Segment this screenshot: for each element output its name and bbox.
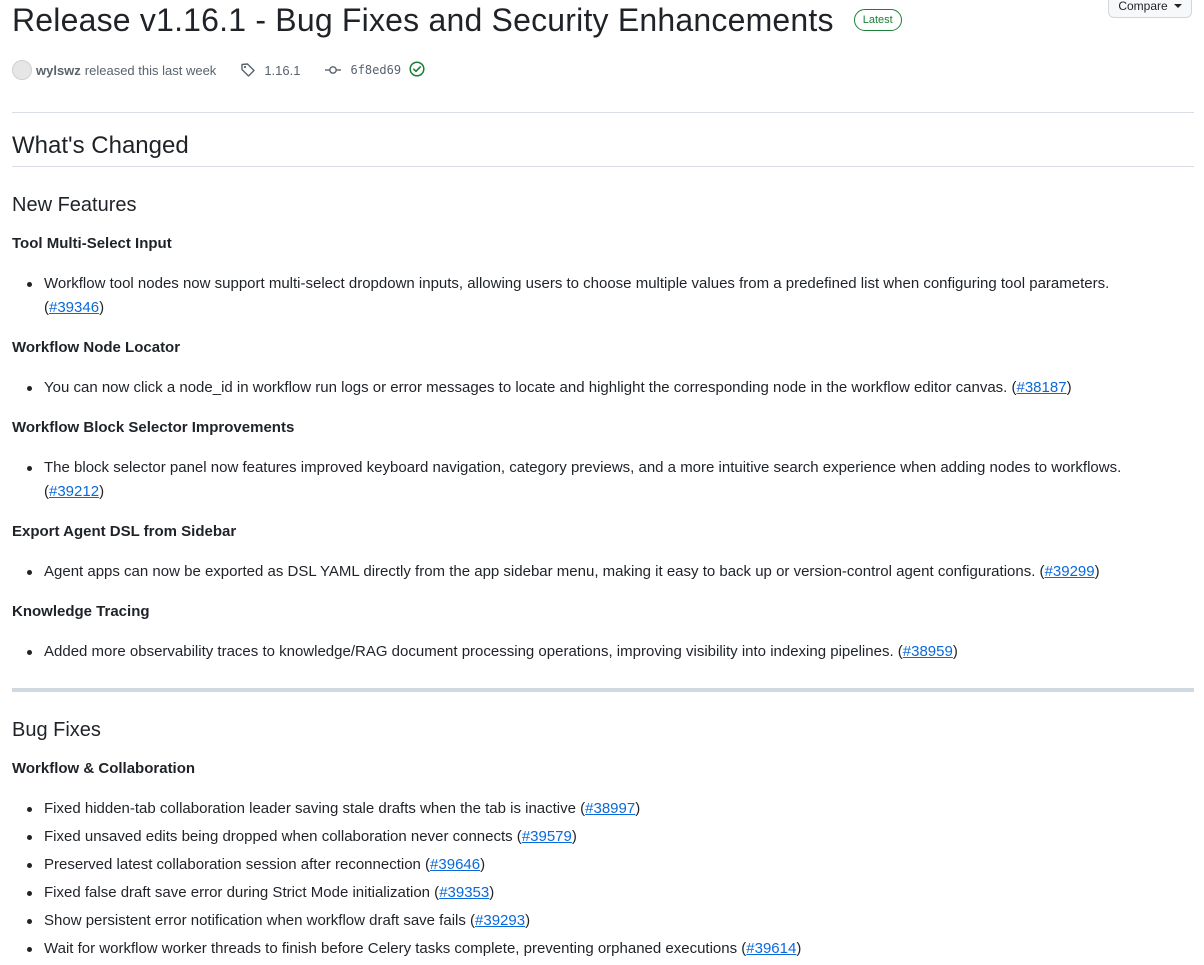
pr-link[interactable]: #39646	[430, 856, 480, 873]
tag-link[interactable]: 1.16.1	[264, 63, 300, 78]
compare-button[interactable]: Compare	[1108, 0, 1192, 18]
pr-link[interactable]: #38187	[1017, 379, 1067, 396]
pr-link[interactable]: #38959	[903, 643, 953, 660]
release-meta: wylswz released this last week 1.16.1 6f…	[12, 59, 425, 81]
list-item: Added more observability traces to knowl…	[12, 640, 1194, 664]
feature-list: Agent apps can now be exported as DSL YA…	[12, 560, 1194, 588]
pr-link[interactable]: #39293	[475, 912, 525, 929]
feature-list: Workflow tool nodes now support multi-se…	[12, 272, 1194, 324]
tag-icon	[240, 62, 256, 78]
section-heading: Tool Multi-Select Input	[12, 235, 172, 252]
section-divider	[12, 688, 1194, 692]
pr-link[interactable]: #39346	[49, 299, 99, 316]
commit-link[interactable]: 6f8ed69	[350, 63, 401, 77]
list-item: Preserved latest collaboration session a…	[12, 853, 1194, 877]
verified-check-icon[interactable]	[409, 60, 425, 80]
chevron-down-icon	[1173, 4, 1182, 8]
list-item: Fixed unsaved edits being dropped when c…	[12, 825, 1194, 849]
pr-link[interactable]: #39212	[49, 483, 99, 500]
item-text: Fixed false draft save error during Stri…	[44, 884, 431, 901]
divider	[12, 112, 1194, 113]
item-text: Preserved latest collaboration session a…	[44, 856, 421, 873]
divider	[12, 166, 1194, 167]
pr-link[interactable]: #39579	[522, 828, 572, 845]
git-commit-icon	[324, 62, 342, 78]
avatar[interactable]	[12, 60, 32, 80]
list-item: Workflow tool nodes now support multi-se…	[12, 272, 1194, 320]
bugfix-list: Fixed hidden-tab collaboration leader sa…	[12, 797, 1194, 965]
list-item: Show persistent error notification when …	[12, 909, 1194, 933]
section-heading: Workflow Node Locator	[12, 339, 181, 356]
section-heading: Knowledge Tracing	[12, 603, 150, 620]
whats-changed-heading: What's Changed	[12, 132, 189, 159]
bug-fixes-heading: Bug Fixes	[12, 719, 101, 741]
latest-badge: Latest	[853, 9, 902, 31]
new-features-heading: New Features	[12, 194, 137, 216]
feature-list: Added more observability traces to knowl…	[12, 640, 1194, 668]
pr-link[interactable]: #39299	[1045, 563, 1095, 580]
list-item: Fixed false draft save error during Stri…	[12, 881, 1194, 905]
item-text: Workflow tool nodes now support multi-se…	[44, 275, 1110, 292]
list-item: The block selector panel now features im…	[12, 456, 1194, 504]
item-text: Agent apps can now be exported as DSL YA…	[44, 563, 1036, 580]
author-link[interactable]: wylswz	[36, 63, 81, 78]
pr-link[interactable]: #39614	[746, 940, 796, 957]
list-item: Wait for workflow worker threads to fini…	[12, 937, 1194, 961]
title-row: Release v1.16.1 - Bug Fixes and Security…	[12, 0, 902, 42]
item-text: The block selector panel now features im…	[44, 459, 1122, 476]
section-heading: Export Agent DSL from Sidebar	[12, 523, 237, 540]
list-item: Fixed hidden-tab collaboration leader sa…	[12, 797, 1194, 821]
pr-link[interactable]: #38997	[585, 800, 635, 817]
item-text: Wait for workflow worker threads to fini…	[44, 940, 738, 957]
released-text: released this last week	[84, 62, 217, 78]
feature-list: You can now click a node_id in workflow …	[12, 376, 1194, 404]
section-heading: Workflow & Collaboration	[12, 760, 196, 777]
pr-link[interactable]: #39353	[439, 884, 489, 901]
item-text: Fixed hidden-tab collaboration leader sa…	[44, 800, 576, 817]
item-text: Show persistent error notification when …	[44, 912, 466, 929]
item-text: You can now click a node_id in workflow …	[44, 379, 1008, 396]
feature-list: The block selector panel now features im…	[12, 456, 1194, 508]
list-item: You can now click a node_id in workflow …	[12, 376, 1194, 400]
item-text: Added more observability traces to knowl…	[44, 643, 894, 660]
compare-label: Compare	[1118, 0, 1168, 13]
section-heading: Workflow Block Selector Improvements	[12, 419, 295, 436]
release-title[interactable]: Release v1.16.1 - Bug Fixes and Security…	[12, 2, 834, 39]
item-text: Fixed unsaved edits being dropped when c…	[44, 828, 513, 845]
list-item: Agent apps can now be exported as DSL YA…	[12, 560, 1194, 584]
